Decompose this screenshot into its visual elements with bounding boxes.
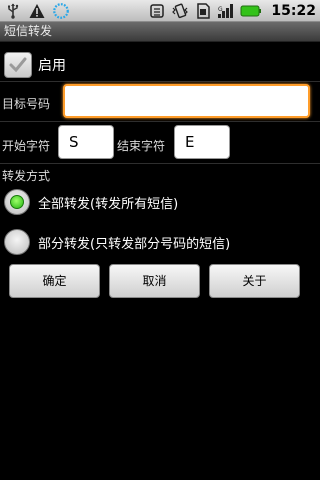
enable-checkbox[interactable] <box>4 52 32 78</box>
usb-icon <box>4 2 22 20</box>
target-number-input[interactable] <box>63 84 310 118</box>
status-bar: G 15:22 <box>0 0 320 22</box>
radio-button[interactable] <box>4 189 30 215</box>
app-title: 短信转发 <box>4 24 53 38</box>
wifi-icon <box>148 2 166 20</box>
radio-selected-dot <box>10 195 24 209</box>
target-number-label: 目标号码 <box>2 97 51 111</box>
vibrate-icon <box>171 2 189 20</box>
divider <box>0 121 320 122</box>
battery-icon <box>240 2 262 20</box>
radio-button[interactable] <box>4 229 30 255</box>
check-icon <box>9 57 27 73</box>
radio-forward-partial-label: 部分转发(只转发部分号码的短信) <box>38 236 231 252</box>
radio-forward-partial[interactable]: 部分转发(只转发部分号码的短信) <box>4 228 230 256</box>
svg-text:G: G <box>218 6 223 13</box>
end-char-label: 结束字符 <box>117 139 166 153</box>
divider <box>0 163 320 164</box>
divider <box>0 81 320 82</box>
about-button[interactable]: 关于 <box>209 264 300 298</box>
start-char-label: 开始字符 <box>2 139 51 153</box>
radio-forward-all-label: 全部转发(转发所有短信) <box>38 196 179 212</box>
end-char-input[interactable] <box>174 125 230 159</box>
start-char-input[interactable] <box>58 125 114 159</box>
ok-button[interactable]: 确定 <box>9 264 100 298</box>
app-title-bar: 短信转发 <box>0 22 320 42</box>
enable-label: 启用 <box>38 58 66 74</box>
signal-icon: G <box>217 2 235 20</box>
sync-icon <box>52 2 70 20</box>
radio-forward-all[interactable]: 全部转发(转发所有短信) <box>4 188 178 216</box>
sdcard-icon <box>194 2 212 20</box>
forward-mode-label: 转发方式 <box>2 169 51 183</box>
enable-row[interactable]: 启用 <box>4 50 66 80</box>
clock-time: 15:22 <box>271 3 316 19</box>
cancel-button[interactable]: 取消 <box>109 264 200 298</box>
warning-icon <box>28 2 46 20</box>
